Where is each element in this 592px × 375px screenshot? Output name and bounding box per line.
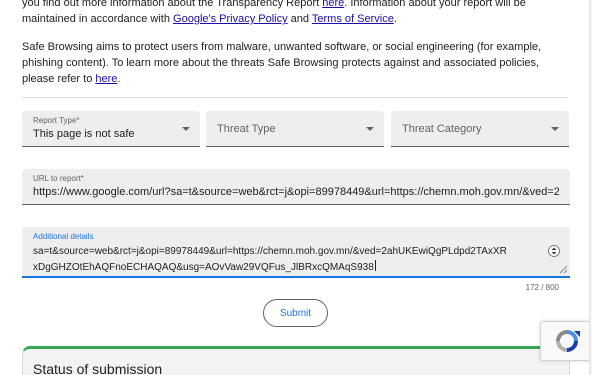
report-type-value: This page is not safe bbox=[33, 128, 135, 140]
intro-period: . bbox=[393, 13, 397, 25]
intro-and: and bbox=[287, 13, 312, 25]
character-counter: 172 / 800 bbox=[525, 283, 559, 292]
url-to-report-field[interactable]: URL to report* https://www.google.com/ur… bbox=[22, 169, 570, 205]
terms-of-service-link[interactable]: Terms of Service bbox=[312, 13, 394, 25]
resize-handle-icon[interactable] bbox=[559, 265, 568, 274]
url-field-value[interactable]: https://www.google.com/url?sa=t&source=w… bbox=[33, 186, 559, 198]
threat-category-placeholder: Threat Category bbox=[402, 123, 482, 135]
intro-paragraph-1: you find out more information about the … bbox=[22, 0, 568, 27]
submit-button[interactable]: Submit bbox=[263, 299, 328, 327]
additional-details-field[interactable]: Additional details sa=t&source=web&rct=j… bbox=[22, 227, 570, 278]
report-type-label: Report Type* bbox=[33, 116, 80, 125]
privacy-policy-link[interactable]: Google's Privacy Policy bbox=[173, 13, 288, 25]
chevron-down-icon bbox=[182, 127, 190, 131]
threat-type-select[interactable]: Threat Type bbox=[206, 111, 384, 147]
chevron-down-icon bbox=[366, 127, 374, 131]
threat-type-placeholder: Threat Type bbox=[217, 123, 276, 135]
url-field-label: URL to report* bbox=[33, 174, 84, 183]
details-textarea[interactable]: sa=t&source=web&rct=j&opi=89978449&url=h… bbox=[33, 244, 545, 276]
details-line-1: sa=t&source=web&rct=j&opi=89978449&url=h… bbox=[33, 246, 507, 257]
details-line-2: xDgGHZOtEhAQFnoECHAQAQ&usg=AOvVaw29VQFus… bbox=[33, 262, 374, 273]
here-link-1[interactable]: here bbox=[322, 0, 344, 9]
chevron-down-icon bbox=[551, 127, 559, 131]
status-title: Status of submission bbox=[33, 361, 163, 375]
report-page: you find out more information about the … bbox=[0, 0, 592, 375]
divider bbox=[22, 97, 568, 98]
intro-text-2: maintained in accordance with bbox=[22, 13, 174, 25]
threat-category-select[interactable]: Threat Category bbox=[391, 111, 569, 147]
report-type-select[interactable]: Report Type* This page is not safe bbox=[22, 111, 200, 147]
here-link-2[interactable]: here bbox=[95, 73, 117, 85]
intro-text-1: you find out more information about the … bbox=[22, 0, 323, 9]
intro-text-1b: . Information about your report will be bbox=[344, 0, 526, 9]
recaptcha-icon bbox=[555, 330, 580, 352]
spin-button-icon[interactable] bbox=[548, 243, 560, 259]
details-field-label: Additional details bbox=[33, 232, 94, 241]
text-cursor bbox=[374, 260, 376, 271]
intro-period-2: . bbox=[117, 73, 121, 85]
intro-paragraph-2: Safe Browsing aims to protect users from… bbox=[22, 39, 568, 87]
recaptcha-badge[interactable] bbox=[540, 321, 592, 361]
status-card: Status of submission bbox=[22, 346, 570, 375]
